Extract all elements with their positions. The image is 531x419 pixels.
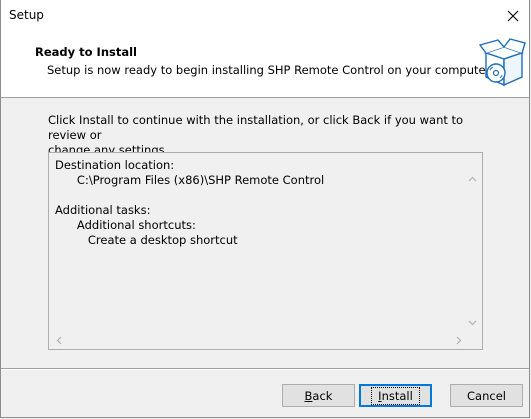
install-button-label: Install bbox=[378, 389, 413, 403]
wizard-header: Ready to Install Setup is now ready to b… bbox=[1, 31, 529, 98]
scroll-up-arrow-icon[interactable] bbox=[468, 176, 477, 182]
scroll-down-arrow-icon[interactable] bbox=[468, 320, 477, 326]
memo-line bbox=[55, 188, 324, 203]
install-box-icon bbox=[478, 38, 526, 87]
horizontal-scrollbar[interactable] bbox=[50, 331, 464, 348]
install-button[interactable]: Install bbox=[359, 384, 432, 407]
page-heading: Ready to Install bbox=[35, 45, 138, 59]
close-icon bbox=[507, 10, 519, 21]
page-subheading: Setup is now ready to begin installing S… bbox=[47, 63, 493, 77]
memo-line: Create a desktop shortcut bbox=[55, 233, 238, 247]
summary-memo[interactable]: Destination location: C:\Program Files (… bbox=[48, 152, 483, 350]
setup-window: Setup Ready to Install Setup is now read… bbox=[0, 0, 530, 418]
scroll-left-arrow-icon[interactable] bbox=[56, 336, 62, 345]
vertical-scrollbar[interactable] bbox=[464, 154, 481, 332]
instruction-line-1: Click Install to continue with the insta… bbox=[48, 113, 464, 142]
cancel-button[interactable]: Cancel bbox=[450, 384, 523, 407]
memo-line: Additional shortcuts: bbox=[55, 218, 196, 232]
memo-line: Additional tasks: bbox=[55, 203, 151, 217]
back-label-rest: ack bbox=[312, 388, 333, 403]
footer-divider-highlight bbox=[1, 369, 529, 370]
memo-line: C:\Program Files (x86)\SHP Remote Contro… bbox=[55, 173, 325, 187]
title-bar[interactable]: Setup bbox=[1, 0, 529, 31]
install-label-rest: nstall bbox=[381, 388, 413, 403]
back-button-label: Back bbox=[305, 389, 333, 403]
back-button[interactable]: Back bbox=[282, 384, 355, 407]
memo-content: Destination location: C:\Program Files (… bbox=[55, 158, 324, 248]
install-focus-rect: Install bbox=[371, 386, 420, 405]
cancel-button-label: Cancel bbox=[467, 388, 506, 403]
scroll-right-arrow-icon[interactable] bbox=[456, 336, 462, 345]
close-button[interactable] bbox=[497, 0, 529, 31]
window-title: Setup bbox=[9, 8, 44, 22]
memo-line: Destination location: bbox=[55, 158, 175, 172]
